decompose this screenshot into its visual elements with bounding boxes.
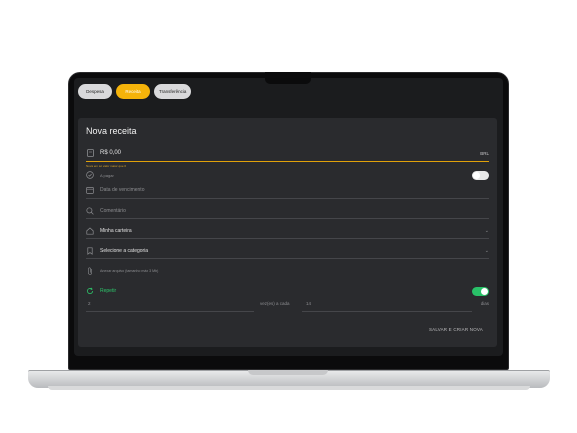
wallet-value: Minha carteira bbox=[100, 228, 132, 234]
repeat-interval-input[interactable]: 14 bbox=[306, 301, 311, 306]
paid-label: A pagar bbox=[100, 172, 114, 178]
divider bbox=[86, 258, 489, 259]
laptop-base-groove bbox=[248, 370, 328, 375]
category-value: Selecione a categoria bbox=[100, 248, 149, 254]
divider bbox=[86, 238, 489, 239]
page-title: Nova receita bbox=[86, 126, 137, 136]
search-icon bbox=[86, 207, 94, 215]
bookmark-icon bbox=[86, 247, 94, 255]
tab-despesa[interactable]: Despesa bbox=[78, 84, 112, 99]
comment-field[interactable]: Comentário bbox=[86, 206, 489, 216]
due-date-field[interactable]: Data de vencimento bbox=[86, 185, 489, 195]
repeat-icon bbox=[86, 287, 94, 295]
wallet-icon bbox=[86, 149, 94, 157]
comment-placeholder: Comentário bbox=[100, 208, 126, 214]
paid-toggle[interactable] bbox=[472, 170, 489, 180]
amount-value: R$ 0,00 bbox=[100, 150, 122, 156]
attachment-label: Anexar arquivo (tamanho máx 3 Mb) bbox=[100, 268, 159, 273]
amount-field[interactable]: R$ 0,00 BRL bbox=[86, 146, 489, 160]
category-select[interactable]: Selecione a categoria ⌄ bbox=[86, 246, 489, 256]
repeat-row: Repetir bbox=[86, 286, 489, 296]
attachment-field[interactable]: Anexar arquivo (tamanho máx 3 Mb) bbox=[86, 266, 489, 275]
new-income-form: Nova receita R$ 0,00 BRL Nova em só valo… bbox=[78, 118, 497, 347]
wallet-select[interactable]: Minha carteira ⌄ bbox=[86, 226, 489, 236]
repeat-interval-unit[interactable]: dias bbox=[481, 301, 489, 306]
calendar-icon bbox=[86, 186, 94, 194]
divider bbox=[86, 218, 489, 219]
tab-transferencia[interactable]: Transferência bbox=[154, 84, 192, 99]
amount-hint: Nova em só valor maior que 0 bbox=[86, 164, 127, 168]
type-tabs: Despesa Receita Transferência bbox=[78, 84, 192, 99]
camera-notch bbox=[265, 72, 311, 84]
check-circle-icon bbox=[86, 171, 94, 179]
home-icon bbox=[86, 227, 94, 235]
divider bbox=[86, 198, 489, 199]
tab-receita[interactable]: Receita bbox=[116, 84, 150, 99]
divider bbox=[86, 311, 254, 312]
laptop-base-shadow bbox=[48, 386, 530, 390]
repeat-unit-label: vez(es) a cada bbox=[260, 301, 290, 306]
repeat-toggle[interactable] bbox=[472, 286, 489, 296]
toggle-knob bbox=[481, 287, 488, 295]
repeat-count-input[interactable]: 2 bbox=[88, 301, 91, 306]
divider bbox=[302, 311, 472, 312]
save-and-new-button[interactable]: SALVAR E CRIAR NOVA bbox=[429, 327, 483, 332]
paid-row: A pagar bbox=[86, 170, 489, 180]
chevron-down-icon: ⌄ bbox=[484, 248, 489, 254]
currency-label[interactable]: BRL bbox=[480, 151, 489, 156]
chevron-down-icon: ⌄ bbox=[484, 228, 489, 234]
repeat-label: Repetir bbox=[100, 288, 117, 294]
due-date-placeholder: Data de vencimento bbox=[100, 187, 145, 193]
toggle-knob bbox=[473, 171, 480, 179]
amount-underline bbox=[86, 161, 489, 162]
paperclip-icon bbox=[86, 267, 94, 275]
repeat-settings: 2 vez(es) a cada 14 dias bbox=[86, 299, 489, 312]
